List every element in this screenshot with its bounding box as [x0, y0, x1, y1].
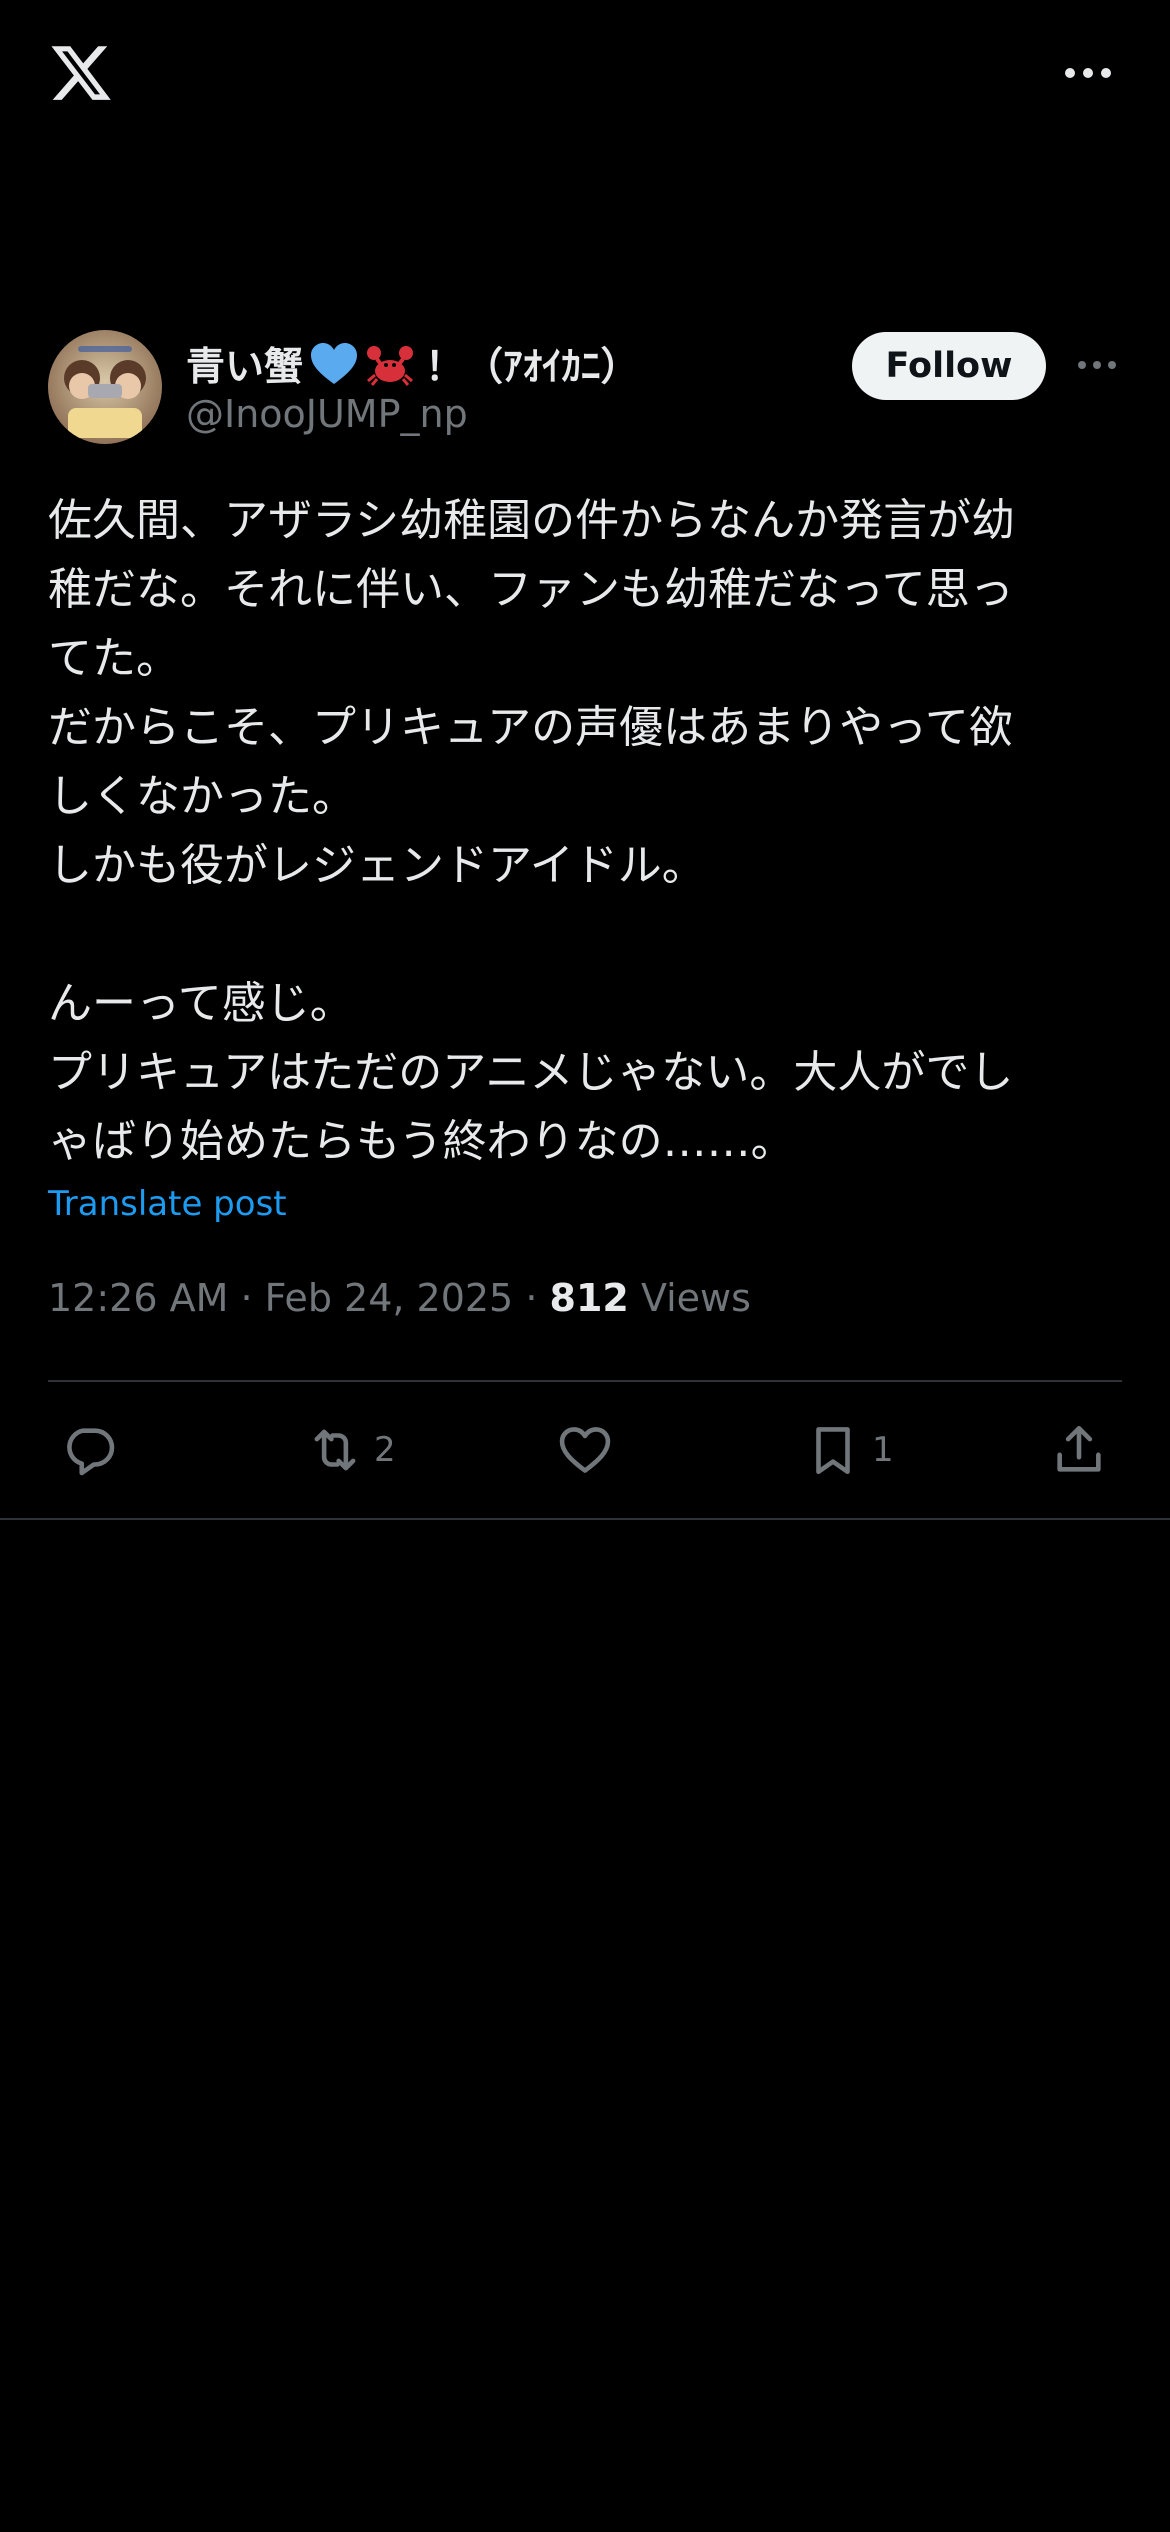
- post-more-icon[interactable]: [1076, 354, 1118, 376]
- repost-count: 2: [374, 1430, 396, 1470]
- blue-heart-emoji-icon: [311, 343, 358, 384]
- crab-emoji-icon: [367, 346, 414, 386]
- divider: [0, 1518, 1170, 1520]
- translate-post-link[interactable]: Translate post: [48, 1184, 287, 1224]
- user-handle[interactable]: @InooJUMP_np: [186, 392, 468, 436]
- post-header: 青い蟹 ！（ｱｵｲｶﾆ） @InooJUMP_np Follow: [0, 330, 1170, 450]
- action-bar: 2 1: [0, 1400, 1170, 1500]
- post-date[interactable]: Feb 24, 2025: [265, 1276, 514, 1320]
- follow-button[interactable]: Follow: [852, 332, 1046, 400]
- reply-button[interactable]: [60, 1418, 128, 1482]
- more-horizontal-icon[interactable]: [1062, 60, 1114, 86]
- divider: [48, 1380, 1122, 1382]
- post-metadata: 12:26 AM · Feb 24, 2025 · 812 Views: [48, 1276, 751, 1320]
- display-name-prefix: 青い蟹: [186, 345, 304, 390]
- post-text: 佐久間、アザラシ幼稚園の件からなんか発言が幼 稚だな。それに伴い、ファンも幼稚だ…: [48, 495, 1016, 1167]
- heart-icon: [559, 1427, 611, 1473]
- display-name-suffix: ！（ｱｵｲｶﾆ）: [425, 345, 640, 390]
- views-count: 812: [549, 1276, 629, 1320]
- display-name[interactable]: 青い蟹 ！（ｱｵｲｶﾆ）: [186, 336, 640, 392]
- share-button[interactable]: [1050, 1418, 1118, 1482]
- repost-button[interactable]: 2: [306, 1418, 396, 1482]
- post-time[interactable]: 12:26 AM: [48, 1276, 228, 1320]
- meta-separator: ·: [525, 1276, 538, 1320]
- repost-icon: [314, 1429, 356, 1471]
- bookmark-count: 1: [872, 1430, 894, 1470]
- avatar-image: [48, 330, 162, 444]
- bookmark-icon: [816, 1427, 850, 1475]
- bookmark-button[interactable]: 1: [804, 1418, 894, 1482]
- reply-icon: [67, 1428, 115, 1476]
- views-label: Views: [640, 1276, 751, 1320]
- top-bar: [0, 0, 1170, 150]
- like-button[interactable]: [556, 1418, 624, 1482]
- meta-separator: ·: [240, 1276, 253, 1320]
- x-logo-icon[interactable]: [48, 40, 114, 106]
- avatar[interactable]: [48, 330, 162, 444]
- share-icon: [1057, 1425, 1101, 1472]
